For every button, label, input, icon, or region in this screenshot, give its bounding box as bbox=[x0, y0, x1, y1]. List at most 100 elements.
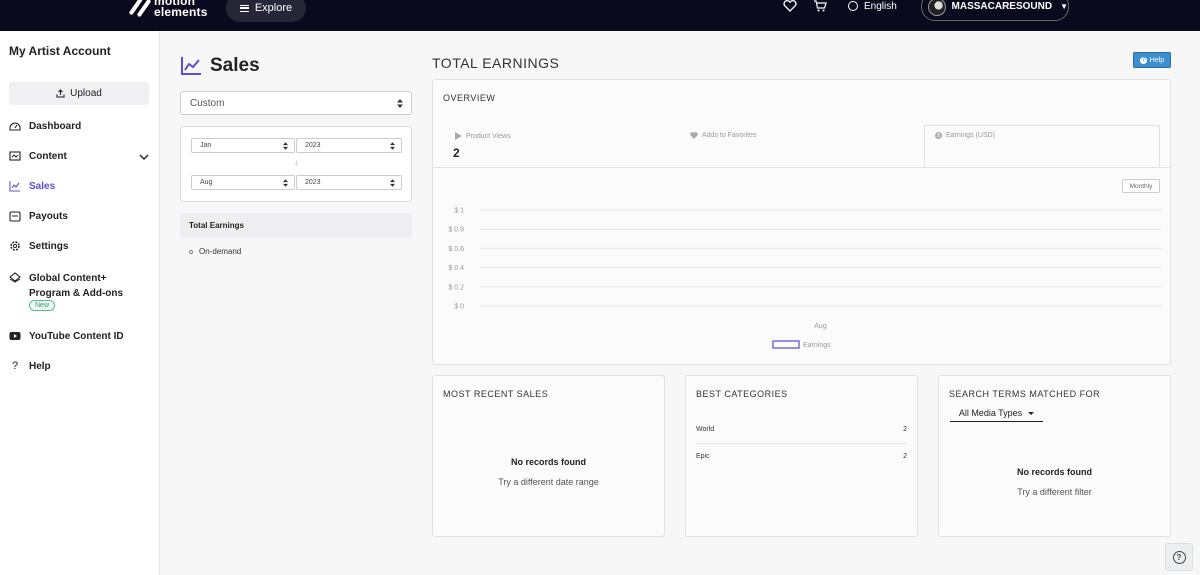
tabs-divider bbox=[433, 167, 1171, 168]
cart-icon[interactable] bbox=[813, 0, 827, 12]
date-range-select[interactable]: Custom bbox=[180, 91, 412, 115]
total-earnings-filter[interactable]: Total Earnings bbox=[180, 213, 412, 238]
list-item: Epic 2 bbox=[696, 453, 907, 460]
play-icon bbox=[455, 132, 462, 140]
sidebar-title: My Artist Account bbox=[9, 44, 111, 58]
floating-help-button[interactable]: ? bbox=[1165, 543, 1193, 571]
overview-panel: OVERVIEW Product Views 2 Adds to Favorit… bbox=[432, 79, 1171, 365]
sales-chart-icon bbox=[9, 181, 20, 192]
from-month-select[interactable]: Jan bbox=[191, 138, 295, 153]
sidebar: My Artist Account Upload Dashboard Conte… bbox=[0, 31, 160, 575]
select-arrows-icon bbox=[390, 142, 395, 150]
top-navbar: motion elements Explore English MASSACAR… bbox=[0, 0, 1200, 31]
sidebar-item-label: Settings bbox=[29, 240, 69, 252]
sidebar-item-sales[interactable]: Sales bbox=[9, 180, 55, 192]
motion-elements-logo[interactable]: motion elements bbox=[128, 0, 208, 18]
global-content-line2: Program & Add-ons bbox=[29, 288, 124, 299]
y-tick-label: $ 0.2 bbox=[448, 284, 464, 291]
tab-adds-to-favorites[interactable]: Adds to Favorites bbox=[690, 132, 756, 139]
sidebar-item-settings[interactable]: Settings bbox=[9, 240, 68, 252]
upload-label: Upload bbox=[70, 88, 102, 99]
select-arrows-icon bbox=[397, 99, 403, 108]
username: MASSACARESOUND bbox=[951, 1, 1053, 12]
globe-icon bbox=[848, 1, 858, 11]
upload-icon bbox=[56, 89, 65, 98]
page-title: Sales bbox=[180, 55, 260, 77]
no-records-hint: Try a different filter bbox=[1017, 487, 1092, 497]
sidebar-item-content[interactable]: Content bbox=[9, 150, 67, 162]
category-count: 2 bbox=[903, 426, 907, 433]
question-icon: ? bbox=[11, 360, 19, 372]
legend-swatch[interactable] bbox=[772, 340, 800, 349]
monthly-toggle-button[interactable]: Monthly bbox=[1122, 179, 1160, 193]
sidebar-item-help[interactable]: ? Help bbox=[9, 360, 51, 372]
payouts-icon bbox=[9, 211, 21, 222]
sidebar-item-youtube-content-id[interactable]: YouTube Content ID bbox=[9, 330, 124, 342]
dashboard-icon bbox=[9, 122, 21, 131]
language-label: English bbox=[864, 0, 897, 12]
category-name: Epic bbox=[696, 453, 710, 460]
global-content-line1: Global Content+ bbox=[29, 273, 107, 284]
to-month-value: Aug bbox=[200, 179, 213, 186]
list-item: World 2 bbox=[696, 426, 907, 433]
to-month-select[interactable]: Aug bbox=[191, 175, 295, 190]
bullet-icon bbox=[189, 249, 193, 254]
card-title: BEST CATEGORIES bbox=[696, 389, 788, 399]
on-demand-label: On-demand bbox=[199, 247, 242, 256]
chevron-down-icon[interactable] bbox=[139, 153, 149, 161]
x-tick-label: Aug bbox=[814, 323, 827, 330]
upload-button[interactable]: Upload bbox=[9, 82, 149, 105]
explore-label: Explore bbox=[254, 2, 293, 14]
new-badge: New bbox=[29, 300, 56, 311]
to-year-select[interactable]: 2023 bbox=[296, 175, 402, 190]
category-count: 2 bbox=[903, 453, 907, 460]
earnings-chart: $ 1 $ 0.8 $ 0.6 $ 0.4 $ 0.2 $ 0 Aug Earnings bbox=[448, 208, 1161, 349]
page-title-text: Sales bbox=[210, 55, 260, 76]
total-earnings-label: Total Earnings bbox=[189, 221, 244, 230]
tab-product-views[interactable]: Product Views bbox=[455, 132, 511, 140]
tab-label: Product Views bbox=[466, 132, 511, 140]
select-arrows-icon bbox=[283, 142, 288, 150]
dollar-circle-icon: $ bbox=[935, 132, 942, 139]
product-views-value: 2 bbox=[453, 146, 460, 160]
tab-label: Earnings (USD) bbox=[946, 132, 996, 139]
custom-date-range: Jan 2023 ↓ Aug 2023 bbox=[180, 126, 412, 202]
overview-title: OVERVIEW bbox=[443, 93, 496, 103]
sidebar-item-label: Help bbox=[29, 360, 51, 372]
from-month-value: Jan bbox=[200, 142, 212, 149]
content-icon bbox=[9, 151, 21, 161]
y-tick-label: $ 0 bbox=[454, 304, 464, 311]
from-year-value: 2023 bbox=[305, 142, 321, 149]
logo-mark-icon bbox=[128, 0, 150, 18]
sidebar-item-dashboard[interactable]: Dashboard bbox=[9, 120, 81, 132]
media-type-value: All Media Types bbox=[958, 408, 1023, 418]
sidebar-item-payouts[interactable]: Payouts bbox=[9, 210, 68, 222]
language-selector[interactable]: English bbox=[848, 0, 897, 12]
user-menu[interactable]: MASSACARESOUND ▼ bbox=[921, 0, 1069, 21]
search-terms-card: SEARCH TERMS MATCHED FOR All Media Types… bbox=[938, 375, 1171, 537]
no-records-hint: Try a different date range bbox=[498, 477, 599, 487]
question-icon: ? bbox=[1139, 56, 1147, 64]
best-categories-card: BEST CATEGORIES World 2 Epic 2 bbox=[685, 375, 918, 537]
media-type-dropdown[interactable]: All Media Types bbox=[950, 405, 1043, 422]
to-year-value: 2023 bbox=[305, 179, 321, 186]
from-year-select[interactable]: 2023 bbox=[296, 138, 402, 153]
no-records-title: No records found bbox=[1016, 467, 1092, 477]
sidebar-item-label: Sales bbox=[29, 180, 56, 192]
legend-label[interactable]: Earnings bbox=[803, 342, 831, 349]
select-arrows-icon bbox=[283, 179, 288, 187]
sidebar-item-label: Payouts bbox=[29, 210, 68, 222]
explore-button[interactable]: Explore bbox=[226, 0, 306, 22]
caret-down-icon bbox=[1028, 411, 1035, 415]
heart-icon[interactable] bbox=[783, 0, 797, 12]
sidebar-item-label: Content bbox=[29, 150, 67, 162]
sidebar-item-global-content[interactable]: Global Content+ Program & Add-ons bbox=[29, 271, 123, 301]
category-name: World bbox=[696, 426, 715, 433]
tab-earnings-usd[interactable]: $ Earnings (USD) bbox=[935, 132, 995, 139]
on-demand-filter[interactable]: On-demand bbox=[189, 247, 241, 256]
hamburger-icon bbox=[239, 4, 249, 12]
chevron-down-icon: ▼ bbox=[1060, 2, 1068, 11]
total-earnings-title: TOTAL EARNINGS bbox=[432, 55, 560, 71]
date-range-value: Custom bbox=[190, 97, 225, 109]
help-button[interactable]: ? Help bbox=[1133, 52, 1171, 68]
